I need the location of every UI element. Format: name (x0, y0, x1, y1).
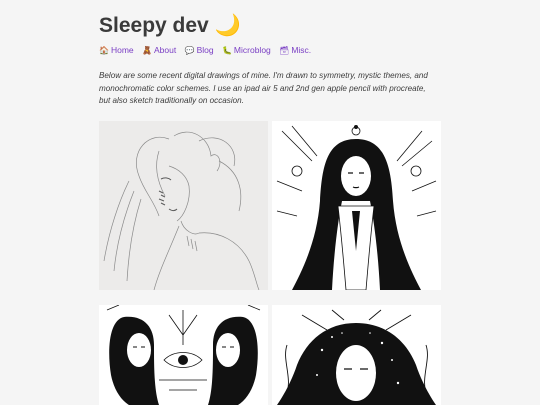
nav-blog[interactable]: 💬 Blog (185, 45, 214, 55)
main-nav: 🏠 Home 🧸 About 💬 Blog 🐛 Microblog 🗃 Misc. (99, 45, 317, 55)
nav-about[interactable]: 🧸 About (142, 45, 176, 55)
nav-label: Misc. (291, 45, 312, 55)
nav-microblog[interactable]: 🐛 Microblog (222, 45, 271, 55)
speech-bubble-icon: 💬 (184, 46, 195, 55)
intro-text: Below are some recent digital drawings o… (99, 71, 428, 105)
card-box-icon: 🗃 (279, 46, 290, 55)
home-icon: 🏠 (99, 46, 109, 55)
gallery-image-3[interactable] (99, 305, 268, 405)
nav-label: Blog (196, 45, 214, 55)
nav-label: Microblog (233, 45, 271, 55)
gallery-image-1[interactable] (99, 121, 268, 290)
nav-label: About (154, 45, 177, 55)
gallery-image-2[interactable] (272, 121, 441, 290)
gallery-image-4[interactable] (272, 305, 441, 405)
bug-icon: 🐛 (221, 46, 232, 55)
moon-icon: 🌙 (214, 14, 241, 37)
site-title-text: Sleepy dev (99, 14, 209, 37)
site-title: Sleepy dev 🌙 (99, 14, 241, 38)
nav-misc[interactable]: 🗃 Misc. (279, 45, 311, 55)
teddy-bear-icon: 🧸 (142, 46, 152, 55)
nav-home[interactable]: 🏠 Home (99, 45, 134, 55)
nav-label: Home (110, 45, 134, 55)
